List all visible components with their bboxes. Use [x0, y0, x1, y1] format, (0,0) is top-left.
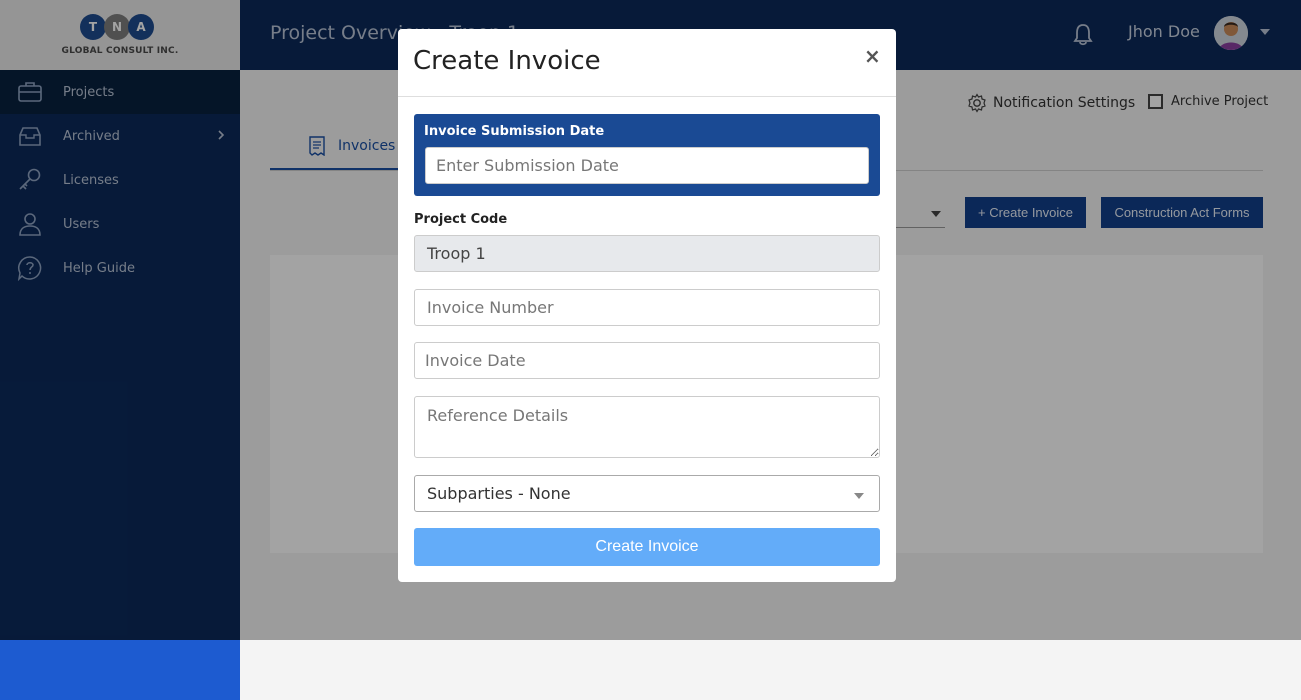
- create-invoice-submit-button[interactable]: Create Invoice: [414, 528, 880, 566]
- invoice-number-input[interactable]: [414, 289, 880, 326]
- submission-date-label: Invoice Submission Date: [424, 124, 605, 139]
- subparties-select[interactable]: Subparties - None: [414, 475, 880, 512]
- create-invoice-modal: Create Invoice × Invoice Submission Date…: [398, 29, 896, 582]
- modal-title: Create Invoice: [413, 46, 601, 76]
- project-code-field: Troop 1: [414, 235, 880, 272]
- invoice-date-input[interactable]: [414, 342, 880, 379]
- submission-date-section: Invoice Submission Date: [414, 114, 880, 196]
- submission-date-input[interactable]: [425, 147, 869, 184]
- project-code-label: Project Code: [414, 212, 508, 227]
- close-icon[interactable]: ×: [864, 44, 881, 68]
- subparties-selected-value: Subparties - None: [427, 484, 571, 503]
- reference-details-textarea[interactable]: [414, 396, 880, 458]
- modal-header: Create Invoice ×: [398, 29, 896, 97]
- chevron-down-icon: [854, 493, 864, 499]
- sidebar-footer: [0, 640, 240, 700]
